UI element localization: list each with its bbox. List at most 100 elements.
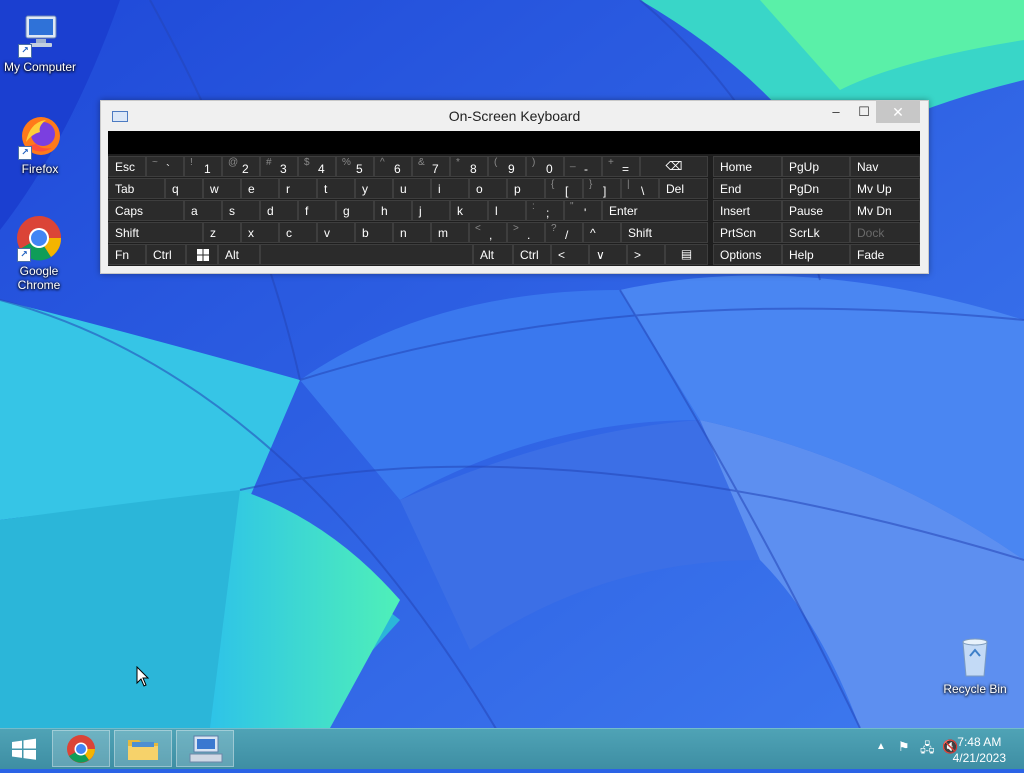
key-label: d: [267, 204, 274, 218]
key-2[interactable]: @2: [222, 156, 260, 177]
key-8[interactable]: * 8: [450, 156, 488, 177]
key-tab[interactable]: Tab: [108, 178, 165, 199]
key-h[interactable]: h: [374, 200, 412, 221]
on-screen-keyboard-window[interactable]: On-Screen Keyboard – ☐ ✕ Esc ~ `! 1 @2 #3 $4% 5…: [100, 100, 929, 274]
key-5[interactable]: % 5: [336, 156, 374, 177]
key-7[interactable]: & 7: [412, 156, 450, 177]
key-enter[interactable]: Enter: [602, 200, 708, 221]
key-z[interactable]: z: [203, 222, 241, 243]
desktop-icon-recycle-bin[interactable]: Recycle Bin: [935, 632, 1015, 696]
key-s[interactable]: s: [222, 200, 260, 221]
start-button[interactable]: [0, 730, 48, 767]
key-t[interactable]: t: [317, 178, 355, 199]
key-ctrl[interactable]: Ctrl: [146, 244, 186, 265]
key-sym-1-13[interactable]: | \: [621, 178, 659, 199]
window-titlebar[interactable]: On-Screen Keyboard – ☐ ✕: [101, 101, 928, 131]
key-nav[interactable]: Nav: [850, 156, 920, 177]
key-f[interactable]: f: [298, 200, 336, 221]
key-j[interactable]: j: [412, 200, 450, 221]
key-n[interactable]: n: [393, 222, 431, 243]
key-d[interactable]: d: [260, 200, 298, 221]
key-fn[interactable]: Fn: [108, 244, 146, 265]
key-o[interactable]: o: [469, 178, 507, 199]
maximize-button[interactable]: ☐: [855, 101, 873, 123]
key-pgup[interactable]: PgUp: [782, 156, 850, 177]
taskbar-app-on-screen-keyboard[interactable]: [176, 730, 234, 767]
key-r[interactable]: r: [279, 178, 317, 199]
key-pause[interactable]: Pause: [782, 200, 850, 221]
network-icon[interactable]: 🖧: [920, 739, 935, 761]
key-sym-1-11[interactable]: {[: [545, 178, 583, 199]
key-sym-3-8[interactable]: <,: [469, 222, 507, 243]
key-e[interactable]: e: [241, 178, 279, 199]
key-alt[interactable]: Alt: [473, 244, 513, 265]
minimize-button[interactable]: –: [827, 101, 845, 123]
key-m[interactable]: m: [431, 222, 469, 243]
key-sym-2-11[interactable]: " ': [564, 200, 602, 221]
key-v[interactable]: v: [317, 222, 355, 243]
key-l[interactable]: l: [488, 200, 526, 221]
key-sym-4-7[interactable]: <: [551, 244, 589, 265]
key-options[interactable]: Options: [713, 244, 782, 265]
key-sym-0-12[interactable]: _ -: [564, 156, 602, 177]
key-y[interactable]: y: [355, 178, 393, 199]
key-shift[interactable]: Shift: [621, 222, 708, 243]
key-sym-1-12[interactable]: }]: [583, 178, 621, 199]
key-p[interactable]: p: [507, 178, 545, 199]
desktop-icon-my-computer[interactable]: ↗ My Computer: [0, 10, 80, 74]
key-sym-4-9[interactable]: >: [627, 244, 665, 265]
key-x[interactable]: x: [241, 222, 279, 243]
key-sym-3-11[interactable]: ^: [583, 222, 621, 243]
key-sym-2-10[interactable]: :;: [526, 200, 564, 221]
key-q[interactable]: q: [165, 178, 203, 199]
desktop-icon-google-chrome[interactable]: ↗ Google Chrome: [0, 214, 79, 292]
key-a[interactable]: a: [184, 200, 222, 221]
taskbar-app-file-explorer[interactable]: [114, 730, 172, 767]
key-k[interactable]: k: [450, 200, 488, 221]
clock[interactable]: 7:48 AM 4/21/2023: [953, 734, 1006, 766]
show-hidden-icons-icon[interactable]: ▲: [876, 741, 886, 752]
key-w[interactable]: w: [203, 178, 241, 199]
key-sym-0-1[interactable]: ~ `: [146, 156, 184, 177]
key-c[interactable]: c: [279, 222, 317, 243]
key-6[interactable]: ^ 6: [374, 156, 412, 177]
key-sym-3-10[interactable]: ? /: [545, 222, 583, 243]
key-3[interactable]: #3: [260, 156, 298, 177]
key-sym-4-8[interactable]: ∨: [589, 244, 627, 265]
key-fade[interactable]: Fade: [850, 244, 920, 265]
key-windows[interactable]: [186, 244, 218, 265]
key-0[interactable]: ) 0: [526, 156, 564, 177]
key-backspace[interactable]: ⌫: [640, 156, 708, 177]
key-sym-3-9[interactable]: >.: [507, 222, 545, 243]
key-menu-key[interactable]: ▤: [665, 244, 708, 265]
key-mv-up[interactable]: Mv Up: [850, 178, 920, 199]
key-g[interactable]: g: [336, 200, 374, 221]
key-prtscn[interactable]: PrtScn: [713, 222, 782, 243]
key-ctrl[interactable]: Ctrl: [513, 244, 551, 265]
key-alt[interactable]: Alt: [218, 244, 260, 265]
key-help[interactable]: Help: [782, 244, 850, 265]
key-u[interactable]: u: [393, 178, 431, 199]
action-center-flag-icon[interactable]: ⚑: [898, 739, 910, 755]
key-4[interactable]: $4: [298, 156, 336, 177]
key-b[interactable]: b: [355, 222, 393, 243]
key-esc[interactable]: Esc: [108, 156, 146, 177]
taskbar-app-chrome[interactable]: [52, 730, 110, 767]
key-9[interactable]: (9: [488, 156, 526, 177]
key-i[interactable]: i: [431, 178, 469, 199]
key-mv-dn[interactable]: Mv Dn: [850, 200, 920, 221]
key-home[interactable]: Home: [713, 156, 782, 177]
close-button[interactable]: ✕: [876, 101, 920, 123]
desktop-icon-firefox[interactable]: ↗ Firefox: [0, 112, 80, 176]
keyboard-panel: Esc ~ `! 1 @2 #3 $4% 5 ^ 6 & 7 * 8(9) 0 _ - + = ⌫ Tab q w e r t y u…: [108, 131, 920, 266]
key-1[interactable]: ! 1: [184, 156, 222, 177]
key-del[interactable]: Del: [659, 178, 708, 199]
key-pgdn[interactable]: PgDn: [782, 178, 850, 199]
key-space[interactable]: [260, 244, 473, 265]
key-end[interactable]: End: [713, 178, 782, 199]
key-shift[interactable]: Shift: [108, 222, 203, 243]
key-sym-0-13[interactable]: + =: [602, 156, 640, 177]
key-caps[interactable]: Caps: [108, 200, 184, 221]
key-insert[interactable]: Insert: [713, 200, 782, 221]
key-scrlk[interactable]: ScrLk: [782, 222, 850, 243]
